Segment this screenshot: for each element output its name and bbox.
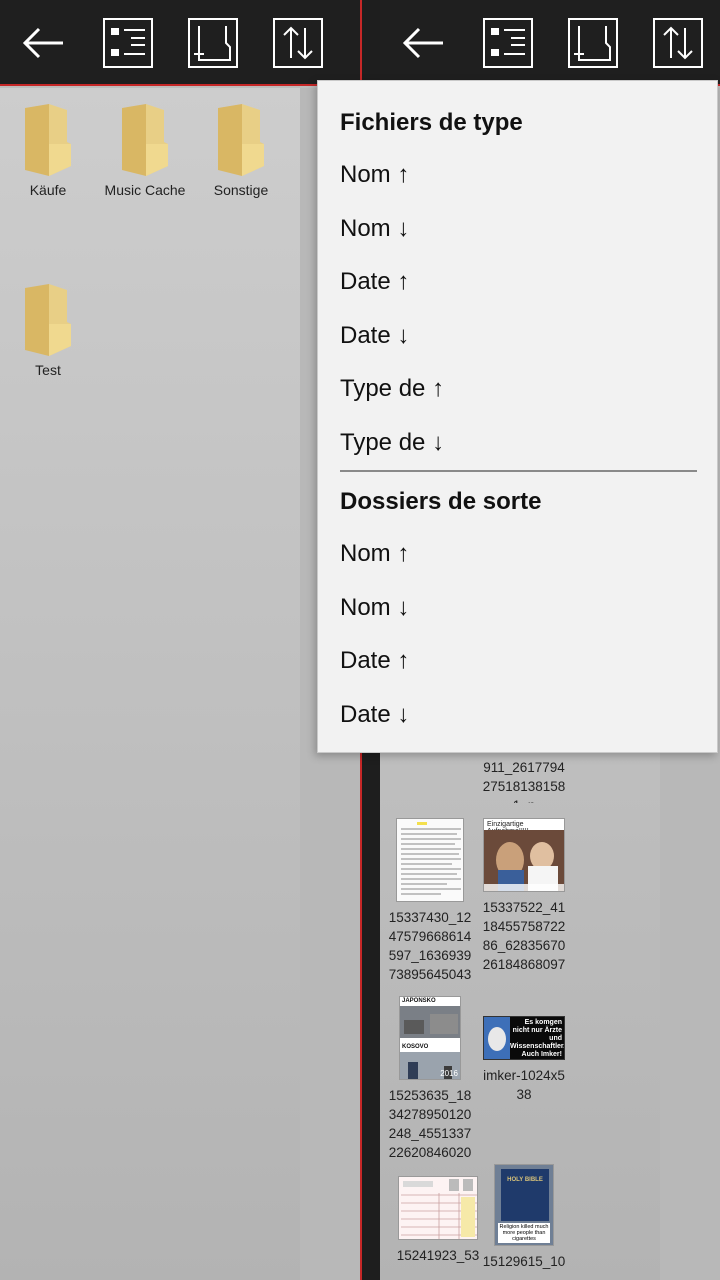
- left-folder-grid: Käufe Music Cache Sonstige Test: [0, 88, 300, 1280]
- new-folder-icon: [568, 18, 618, 68]
- folder-item[interactable]: Test: [0, 284, 98, 378]
- folder-item[interactable]: Music Cache: [95, 104, 195, 198]
- sort-button[interactable]: [653, 18, 703, 68]
- new-folder-button[interactable]: [568, 18, 618, 68]
- menu-separator: [340, 470, 697, 472]
- folder-icon: [23, 284, 73, 356]
- folder-icon: [216, 104, 266, 176]
- thumbnail-caption: Es komgen nicht nur Ärzte und Wissenscha…: [510, 1019, 565, 1058]
- sort-folders-date-asc[interactable]: Date ↑: [340, 639, 707, 683]
- folder-icon: [120, 104, 170, 176]
- sort-folders-date-desc[interactable]: Date ↓: [340, 693, 707, 737]
- folder-label: Sonstige: [213, 182, 269, 198]
- collage-thumbnail: JAPONSKO KOSOVO 2016: [399, 996, 461, 1080]
- file-name: 15337430_12 47579668614 597_1636939 7389…: [388, 910, 472, 982]
- right-toolbar: [362, 0, 720, 86]
- thumbnail-caption: Einzigartige Aufnahme!!!!!: [487, 821, 529, 830]
- file-item[interactable]: 15337430_12 47579668614 597_1636939 7389…: [382, 818, 478, 986]
- list-view-icon: [483, 18, 533, 68]
- book-thumbnail: HOLY BIBLE Religion killed much more peo…: [494, 1164, 554, 1246]
- file-name: imker-1024x5 38: [483, 1068, 565, 1102]
- thumbnail-caption: Religion killed much more people than ci…: [498, 1223, 550, 1243]
- view-mode-button[interactable]: [483, 18, 533, 68]
- back-arrow-icon: [402, 27, 443, 59]
- file-item[interactable]: Es komgen nicht nur Ärzte und Wissenscha…: [476, 1016, 572, 1106]
- list-view-icon: [103, 18, 153, 68]
- left-pane: Käufe Music Cache Sonstige Test: [0, 0, 360, 1280]
- file-name: 911_2617794 27518138158 1_n: [482, 760, 566, 803]
- file-name: 15337522_41 18455758722 86_62835670 2618…: [482, 900, 566, 972]
- thumbnail-caption: HOLY BIBLE: [507, 1177, 543, 1183]
- thumbnail-caption: JAPONSKO: [402, 998, 436, 1004]
- sort-files-date-desc[interactable]: Date ↓: [340, 314, 707, 358]
- sort-files-type-desc[interactable]: Type de ↓: [340, 421, 707, 465]
- folder-item[interactable]: Käufe: [0, 104, 98, 198]
- back-button[interactable]: [398, 18, 448, 68]
- sort-button[interactable]: [273, 18, 323, 68]
- sort-folders-name-asc[interactable]: Nom ↑: [340, 532, 707, 576]
- back-button[interactable]: [18, 18, 68, 68]
- folder-label: Test: [35, 362, 61, 378]
- files-sort-heading: Fichiers de type: [340, 109, 523, 136]
- sort-folders-name-desc[interactable]: Nom ↓: [340, 586, 707, 630]
- sort-files-name-desc[interactable]: Nom ↓: [340, 207, 707, 251]
- sort-files-type-asc[interactable]: Type de ↑: [340, 367, 707, 411]
- folder-item[interactable]: Sonstige: [191, 104, 291, 198]
- folder-icon: [23, 104, 73, 176]
- view-mode-button[interactable]: [103, 18, 153, 68]
- left-toolbar: [0, 0, 360, 86]
- new-folder-icon: [188, 18, 238, 68]
- table-thumbnail: [398, 1176, 478, 1240]
- sort-files-date-asc[interactable]: Date ↑: [340, 260, 707, 304]
- file-item[interactable]: Einzigartige Aufnahme!!!!! 15337522_41 1…: [476, 818, 572, 976]
- file-item[interactable]: 15241923_53: [390, 1176, 486, 1268]
- document-thumbnail: [396, 818, 464, 902]
- thumbnail-year: 2016: [440, 1069, 458, 1078]
- file-item[interactable]: JAPONSKO KOSOVO 2016 15253635_18 3427895…: [382, 996, 478, 1164]
- sort-icon: [273, 18, 323, 68]
- file-name: 15129615_10: [482, 1254, 566, 1269]
- photo-thumbnail: Einzigartige Aufnahme!!!!!: [483, 818, 565, 892]
- new-folder-button[interactable]: [188, 18, 238, 68]
- sort-files-name-asc[interactable]: Nom ↑: [340, 153, 707, 197]
- banner-thumbnail: Es komgen nicht nur Ärzte und Wissenscha…: [483, 1016, 565, 1060]
- thumbnail-caption: KOSOVO: [402, 1044, 429, 1050]
- file-item[interactable]: HOLY BIBLE Religion killed much more peo…: [476, 1164, 572, 1274]
- folder-label: Music Cache: [104, 182, 186, 198]
- back-arrow-icon: [22, 27, 63, 59]
- file-item[interactable]: 911_2617794 27518138158 1_n: [476, 758, 572, 803]
- sort-icon: [653, 18, 703, 68]
- folder-label: Käufe: [29, 182, 67, 198]
- folders-sort-heading: Dossiers de sorte: [340, 488, 542, 515]
- file-name: 15253635_18 34278950120 248_4551337 2262…: [388, 1088, 472, 1160]
- file-name: 15241923_53: [396, 1248, 480, 1263]
- sort-menu: Fichiers de type Nom ↑ Nom ↓ Date ↑ Date…: [317, 80, 718, 753]
